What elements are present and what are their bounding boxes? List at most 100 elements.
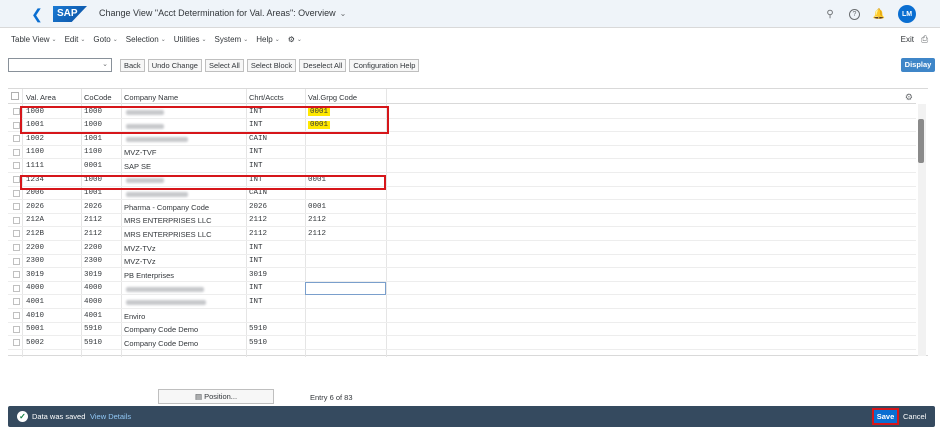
table-row[interactable]: 2300 2300 MVZ-TVz INT — [8, 255, 916, 269]
back-arrow-icon[interactable]: ❮ — [30, 6, 44, 22]
cell-chrt-accts[interactable]: CAIN — [249, 189, 267, 197]
help-icon[interactable]: ? — [849, 8, 860, 20]
cell-cocode[interactable]: 5910 — [84, 339, 102, 347]
cell-chrt-accts[interactable]: INT — [249, 298, 263, 306]
cell-cocode[interactable]: 0001 — [84, 162, 102, 170]
row-select-checkbox[interactable] — [13, 121, 20, 129]
menu-goto[interactable]: Goto ⌄ — [93, 35, 117, 44]
cell-val-grpg-code[interactable]: 0001 — [308, 203, 326, 211]
cell-chrt-accts[interactable]: 5910 — [249, 325, 267, 333]
cell-company-name[interactable]: SAP SE — [124, 162, 151, 171]
cell-company-name[interactable]: Company Code Demo — [124, 325, 198, 334]
cell-val-area[interactable]: 4010 — [26, 312, 44, 320]
cell-cocode[interactable]: 1100 — [84, 148, 102, 156]
cell-chrt-accts[interactable]: CAIN — [249, 135, 267, 143]
cell-cocode[interactable]: 1001 — [84, 189, 102, 197]
table-row[interactable]: 5002 5910 Company Code Demo 5910 — [8, 336, 916, 350]
col-cocode[interactable]: CoCode — [84, 93, 112, 102]
scrollbar-thumb[interactable] — [918, 119, 924, 163]
cell-cocode[interactable]: 4000 — [84, 298, 102, 306]
cell-val-area[interactable]: 5002 — [26, 339, 44, 347]
gui-settings-menu[interactable]: ⚙ ⌄ — [288, 35, 302, 44]
cell-val-area[interactable]: 4001 — [26, 298, 44, 306]
cell-chrt-accts[interactable]: 2026 — [249, 203, 267, 211]
row-select-checkbox[interactable] — [13, 244, 20, 251]
save-button[interactable]: Save — [872, 408, 899, 425]
row-select-checkbox[interactable] — [13, 216, 20, 224]
cell-chrt-accts[interactable]: INT — [249, 257, 263, 265]
page-title[interactable]: Change View "Acct Determination for Val.… — [99, 8, 346, 18]
cell-val-area[interactable]: 1111 — [26, 162, 44, 170]
cell-cocode[interactable]: 2112 — [84, 230, 102, 238]
menu-table-view[interactable]: Table View ⌄ — [11, 35, 57, 44]
select-all-button[interactable]: Select All — [204, 58, 244, 72]
row-select-checkbox[interactable] — [13, 298, 20, 306]
table-row[interactable]: 2200 2200 MVZ-TVz INT — [8, 241, 916, 255]
deselect-all-button[interactable]: Deselect All — [299, 58, 347, 72]
table-row[interactable]: 1111 0001 SAP SE INT — [8, 159, 916, 173]
table-row[interactable]: 5001 5910 Company Code Demo 5910 — [8, 323, 916, 337]
cell-val-area[interactable]: 5001 — [26, 325, 44, 333]
cell-chrt-accts[interactable]: INT — [249, 244, 263, 252]
cell-cocode[interactable]: 4000 — [84, 284, 102, 292]
exit-button[interactable]: Exit — [901, 35, 914, 44]
col-val-grpg-code[interactable]: Val.Grpg Code — [308, 93, 357, 102]
cell-company-name[interactable]: MVZ-TVz — [124, 244, 156, 253]
row-select-checkbox[interactable] — [13, 135, 20, 143]
table-row[interactable]: 4001 4000 INT — [8, 295, 916, 309]
cell-val-area[interactable]: 1002 — [26, 135, 44, 143]
view-details-link[interactable]: View Details — [90, 412, 131, 421]
cell-val-area[interactable]: 4000 — [26, 284, 44, 292]
row-select-checkbox[interactable] — [13, 284, 20, 292]
position-button[interactable]: ▤ Position... — [158, 389, 274, 404]
command-dropdown[interactable]: ⌄ — [8, 58, 112, 72]
cell-val-area[interactable]: 212B — [26, 230, 44, 238]
table-row[interactable]: 4010 4001 Enviro — [8, 309, 916, 323]
row-select-checkbox[interactable] — [13, 176, 20, 183]
row-select-checkbox[interactable] — [13, 325, 20, 333]
configuration-help-button[interactable]: Configuration Help — [349, 58, 420, 72]
cell-chrt-accts[interactable]: INT — [249, 148, 263, 156]
cell-cocode[interactable]: 2200 — [84, 244, 102, 252]
row-select-checkbox[interactable] — [13, 271, 20, 279]
select-block-button[interactable]: Select Block — [246, 58, 297, 72]
cell-company-name[interactable]: PB Enterprises — [124, 271, 174, 280]
cell-company-name[interactable]: Company Code Demo — [124, 339, 198, 348]
cell-val-area[interactable]: 3019 — [26, 271, 44, 279]
menu-utilities[interactable]: Utilities ⌄ — [174, 35, 207, 44]
notification-bell-icon[interactable]: 🔔 — [872, 7, 886, 21]
cell-val-area[interactable]: 2026 — [26, 203, 44, 211]
row-select-checkbox[interactable] — [13, 257, 20, 265]
row-select-checkbox[interactable] — [13, 312, 20, 319]
cell-chrt-accts[interactable]: 2112 — [249, 230, 267, 238]
row-select-checkbox[interactable] — [13, 108, 20, 115]
table-row[interactable]: 2026 2026 Pharma - Company Code 2026 0001 — [8, 200, 916, 214]
menu-edit[interactable]: Edit ⌄ — [65, 35, 86, 44]
val-grpg-code-input[interactable] — [305, 281, 386, 295]
col-val-area[interactable]: Val. Area — [26, 93, 56, 102]
user-avatar[interactable]: LM — [898, 5, 916, 23]
cell-val-grpg-code[interactable]: 2112 — [308, 230, 326, 238]
select-all-checkbox[interactable] — [11, 92, 19, 100]
cell-val-area[interactable]: 212A — [26, 216, 44, 224]
table-row[interactable]: 1100 1100 MVZ-TVF INT — [8, 146, 916, 160]
row-select-checkbox[interactable] — [13, 148, 20, 156]
cell-company-name[interactable]: MVZ-TVF — [124, 148, 157, 157]
menu-help[interactable]: Help ⌄ — [256, 35, 279, 44]
cell-cocode[interactable]: 4001 — [84, 312, 102, 320]
table-row[interactable]: 1002 1001 CAIN — [8, 132, 916, 146]
row-select-checkbox[interactable] — [13, 203, 20, 211]
cell-val-grpg-code[interactable]: 2112 — [308, 216, 326, 224]
cell-val-area[interactable]: 1100 — [26, 148, 44, 156]
col-chrt-accts[interactable]: Chrt/Accts — [249, 93, 284, 102]
cell-chrt-accts[interactable]: 5910 — [249, 339, 267, 347]
cell-company-name[interactable]: MRS ENTERPRISES LLC — [124, 230, 212, 239]
cell-cocode[interactable]: 2300 — [84, 257, 102, 265]
cell-company-name[interactable]: Pharma - Company Code — [124, 203, 209, 212]
sap-logo[interactable]: SAP — [53, 6, 87, 22]
undo-change-button[interactable]: Undo Change — [147, 58, 202, 72]
cell-cocode[interactable]: 1001 — [84, 135, 102, 143]
cell-cocode[interactable]: 3019 — [84, 271, 102, 279]
search-icon[interactable]: ⚲ — [823, 7, 837, 21]
cell-val-area[interactable]: 2300 — [26, 257, 44, 265]
